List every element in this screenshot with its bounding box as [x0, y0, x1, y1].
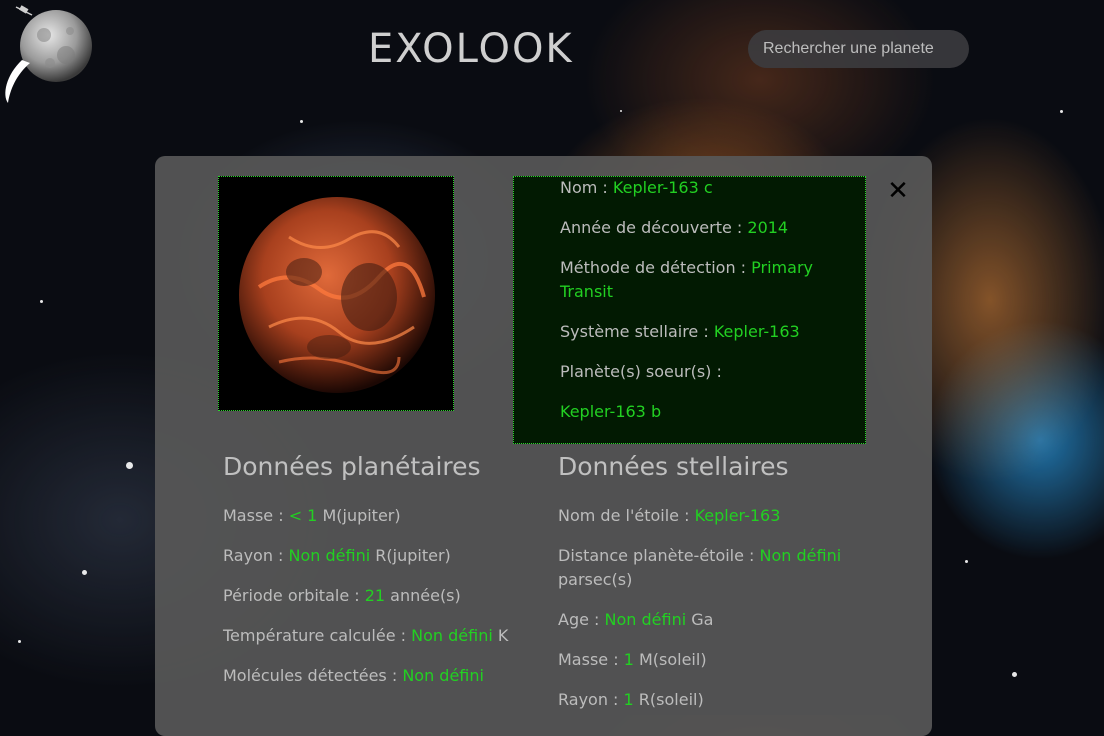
star — [1060, 110, 1063, 113]
planet-radius-label: Rayon : — [223, 546, 289, 565]
planetary-data-heading: Données planétaires — [223, 452, 481, 481]
discovery-year-label: Année de découverte : — [560, 218, 748, 237]
star-radius-unit: R(soleil) — [633, 690, 704, 709]
detection-method-row: Méthode de détection : Primary — [560, 256, 813, 280]
orbital-period-unit: année(s) — [385, 586, 461, 605]
detection-method-value-cont: Transit — [560, 282, 613, 301]
distance-unit: parsec(s) — [558, 570, 633, 589]
star-age-value: Non défini — [604, 610, 687, 629]
orbital-period-value: 21 — [364, 586, 386, 605]
star-age-row: Age : Non défini Ga — [558, 608, 713, 632]
detection-method-row-cont: Transit — [560, 280, 613, 304]
planet-mass-label: Masse : — [223, 506, 289, 525]
star-mass-value: 1 — [623, 650, 634, 669]
molecules-value: Non défini — [402, 666, 484, 685]
planet-name-value: Kepler-163 c — [612, 178, 713, 197]
molecules-label: Molécules détectées : — [223, 666, 403, 685]
planet-mass-value: < 1 — [288, 506, 318, 525]
star — [965, 560, 968, 563]
temperature-unit: K — [492, 626, 509, 645]
planet-radius-value: Non défini — [288, 546, 371, 565]
star-age-label: Age : — [558, 610, 605, 629]
star-mass-row: Masse : 1 M(soleil) — [558, 648, 707, 672]
sister-planets-label: Planète(s) soeur(s) : — [560, 362, 722, 381]
planet-mass-unit: M(jupiter) — [317, 506, 401, 525]
star-mass-unit: M(soleil) — [633, 650, 707, 669]
planet-radius-unit: R(jupiter) — [370, 546, 451, 565]
star-radius-value: 1 — [623, 690, 634, 709]
search-input[interactable] — [748, 30, 969, 68]
planet-name-row: Nom : Kepler-163 c — [560, 176, 713, 200]
star — [82, 570, 87, 575]
planet-radius-row: Rayon : Non défini R(jupiter) — [223, 544, 451, 568]
orbital-period-label: Période orbitale : — [223, 586, 365, 605]
star-age-unit: Ga — [686, 610, 714, 629]
stellar-system-row: Système stellaire : Kepler-163 — [560, 320, 800, 344]
distance-value: Non défini — [759, 546, 842, 565]
star-name-value: Kepler-163 — [694, 506, 781, 525]
sister-planet-value[interactable]: Kepler-163 b — [560, 402, 661, 421]
orbital-period-row: Période orbitale : 21 année(s) — [223, 584, 461, 608]
sister-planet-link[interactable]: Kepler-163 b — [560, 400, 661, 424]
app-title: EXOLOOK — [368, 26, 574, 72]
moon-logo-icon[interactable] — [0, 5, 100, 105]
stellar-data-heading: Données stellaires — [558, 452, 789, 481]
star-radius-label: Rayon : — [558, 690, 624, 709]
star-mass-label: Masse : — [558, 650, 624, 669]
distance-row: Distance planète-étoile : Non défini — [558, 544, 878, 568]
star — [18, 640, 21, 643]
planet-name-label: Nom : — [560, 178, 613, 197]
molecules-row: Molécules détectées : Non défini — [223, 664, 484, 688]
star — [126, 462, 133, 469]
temperature-label: Température calculée : — [223, 626, 412, 645]
star — [620, 110, 622, 112]
star — [300, 120, 303, 123]
discovery-year-row: Année de découverte : 2014 — [560, 216, 788, 240]
detection-method-label: Méthode de détection : — [560, 258, 752, 277]
planet-image — [218, 176, 454, 411]
temperature-value: Non défini — [411, 626, 493, 645]
stellar-system-label: Système stellaire : — [560, 322, 714, 341]
star-radius-row: Rayon : 1 R(soleil) — [558, 688, 704, 712]
star — [40, 300, 43, 303]
star — [1012, 672, 1017, 677]
detection-method-value: Primary — [751, 258, 813, 277]
discovery-year-value: 2014 — [747, 218, 789, 237]
star-name-label: Nom de l'étoile : — [558, 506, 695, 525]
temperature-row: Température calculée : Non défini K — [223, 624, 508, 648]
planet-mass-row: Masse : < 1 M(jupiter) — [223, 504, 401, 528]
stellar-system-value[interactable]: Kepler-163 — [714, 322, 800, 341]
distance-label: Distance planète-étoile : — [558, 546, 760, 565]
close-icon[interactable]: ✕ — [885, 176, 911, 206]
star-name-row: Nom de l'étoile : Kepler-163 — [558, 504, 780, 528]
